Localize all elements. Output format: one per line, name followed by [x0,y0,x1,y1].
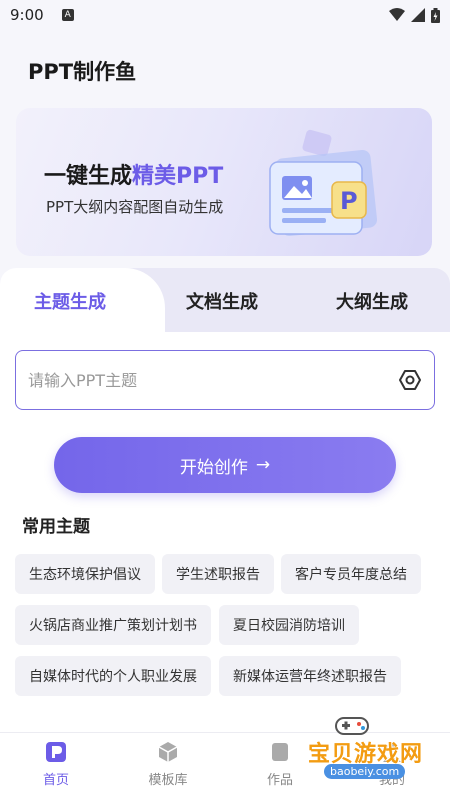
status-bar: 9:00 A [0,0,450,30]
nav-home[interactable]: 首页 [16,741,96,788]
topic-chip[interactable]: 客户专员年度总结 [281,554,421,594]
tab-topic-generate[interactable]: 主题生成 [32,288,108,314]
topic-chip[interactable]: 新媒体运营年终述职报告 [219,656,401,696]
banner-headline-highlight: 精美PPT [132,164,224,189]
illustration-letter: P [340,187,358,215]
tab-outline-generate[interactable]: 大纲生成 [336,288,408,314]
topic-input[interactable] [28,370,398,390]
banner-headline: 一键生成精美PPT [44,158,223,190]
signal-icon [411,8,425,22]
start-create-label: 开始创作 [179,457,248,478]
watermark-url: baobeiy.com [324,764,406,779]
site-watermark: 宝贝游戏网 baobeiy.com [302,712,442,784]
arrow-right-icon: → [255,455,271,475]
nav-templates-label: 模板库 [148,773,188,788]
nav-templates[interactable]: 模板库 [128,741,208,788]
status-icons [389,7,440,23]
topic-chip[interactable]: 自媒体时代的个人职业发展 [15,656,211,696]
promo-banner[interactable]: 一键生成精美PPT PPT大纲内容配图自动生成 P [16,108,432,256]
generation-tabs: 主题生成 文档生成 大纲生成 [0,268,450,332]
start-create-button[interactable]: 开始创作 → [54,437,396,493]
topic-chip[interactable]: 学生述职报告 [162,554,274,594]
tab-document-generate[interactable]: 文档生成 [186,288,258,314]
topic-chip[interactable]: 火锅店商业推广策划计划书 [15,605,211,645]
nav-works-label: 作品 [266,773,293,788]
ppt-illustration-icon: P [269,129,378,237]
settings-hex-icon[interactable] [398,368,422,392]
home-p-icon [46,742,66,762]
topic-chip[interactable]: 生态环境保护倡议 [15,554,155,594]
topic-chip[interactable]: 夏日校园消防培训 [219,605,359,645]
nav-home-label: 首页 [42,773,69,788]
banner-headline-prefix: 一键生成 [44,164,133,189]
battery-icon [431,7,440,23]
common-topics-title: 常用主题 [22,517,90,537]
gamepad-icon [335,717,369,735]
works-icon [272,743,288,761]
notification-a-icon: A [61,9,74,21]
topic-input-box [15,350,435,410]
wifi-icon [389,8,405,21]
cube-icon [158,742,178,762]
app-title: PPT制作鱼 [28,60,137,84]
banner-subtitle: PPT大纲内容配图自动生成 [46,198,224,216]
status-time: 9:00 [10,6,44,24]
